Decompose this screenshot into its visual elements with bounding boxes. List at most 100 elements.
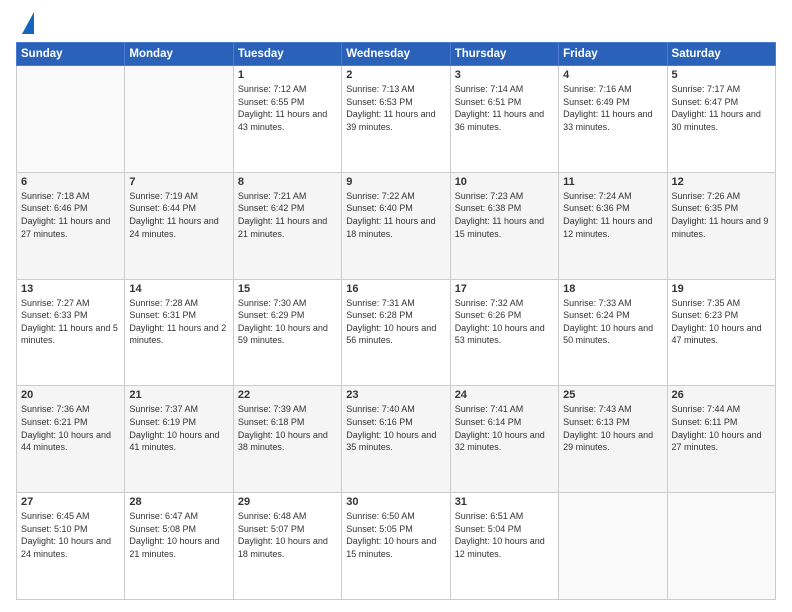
calendar-cell: 15 Sunrise: 7:30 AMSunset: 6:29 PMDayligh… <box>233 279 341 386</box>
day-number: 5 <box>672 69 771 81</box>
day-number: 16 <box>346 283 445 295</box>
calendar-cell: 7 Sunrise: 7:19 AMSunset: 6:44 PMDaylight… <box>125 172 233 279</box>
cell-content: Sunrise: 7:23 AMSunset: 6:38 PMDaylight:… <box>455 190 554 240</box>
calendar-cell: 1 Sunrise: 7:12 AMSunset: 6:55 PMDaylight… <box>233 66 341 173</box>
cell-content: Sunrise: 7:32 AMSunset: 6:26 PMDaylight:… <box>455 297 554 347</box>
calendar-cell: 18Sunrise: 7:33 AMSunset: 6:24 PMDayligh… <box>559 279 667 386</box>
calendar-cell: 21 Sunrise: 7:37 AMSunset: 6:19 PMDayligh… <box>125 386 233 493</box>
calendar-cell: 31 Sunrise: 6:51 AMSunset: 5:04 PMDayligh… <box>450 493 558 600</box>
calendar-cell: 13 Sunrise: 7:27 AMSunset: 6:33 PMDayligh… <box>17 279 125 386</box>
calendar-cell: 4 Sunrise: 7:16 AMSunset: 6:49 PMDaylight… <box>559 66 667 173</box>
day-number: 18 <box>563 283 662 295</box>
day-number: 1 <box>238 69 337 81</box>
day-number: 22 <box>238 389 337 401</box>
day-number: 4 <box>563 69 662 81</box>
calendar-week-2: 6 Sunrise: 7:18 AMSunset: 6:46 PMDaylight… <box>17 172 776 279</box>
cell-content: Sunrise: 7:22 AMSunset: 6:40 PMDaylight:… <box>346 190 445 240</box>
day-number: 29 <box>238 496 337 508</box>
calendar-cell: 17 Sunrise: 7:32 AMSunset: 6:26 PMDayligh… <box>450 279 558 386</box>
cell-content: Sunrise: 6:48 AMSunset: 5:07 PMDaylight:… <box>238 510 337 560</box>
cell-content: Sunrise: 7:24 AMSunset: 6:36 PMDaylight:… <box>563 190 662 240</box>
calendar-cell: 6 Sunrise: 7:18 AMSunset: 6:46 PMDaylight… <box>17 172 125 279</box>
calendar-week-4: 20 Sunrise: 7:36 AMSunset: 6:21 PMDayligh… <box>17 386 776 493</box>
day-number: 11 <box>563 176 662 188</box>
calendar-cell: 8Sunrise: 7:21 AMSunset: 6:42 PMDaylight… <box>233 172 341 279</box>
cell-content: Sunrise: 6:47 AMSunset: 5:08 PMDaylight:… <box>129 510 228 560</box>
calendar-cell: 14Sunrise: 7:28 AMSunset: 6:31 PMDayligh… <box>125 279 233 386</box>
day-number: 9 <box>346 176 445 188</box>
calendar-cell: 25 Sunrise: 7:43 AMSunset: 6:13 PMDayligh… <box>559 386 667 493</box>
page: SundayMondayTuesdayWednesdayThursdayFrid… <box>0 0 792 612</box>
day-number: 2 <box>346 69 445 81</box>
header <box>16 12 776 34</box>
day-number: 17 <box>455 283 554 295</box>
cell-content: Sunrise: 7:31 AMSunset: 6:28 PMDaylight:… <box>346 297 445 347</box>
day-number: 23 <box>346 389 445 401</box>
day-number: 7 <box>129 176 228 188</box>
cell-content: Sunrise: 7:30 AMSunset: 6:29 PMDaylight:… <box>238 297 337 347</box>
calendar-cell: 16 Sunrise: 7:31 AMSunset: 6:28 PMDayligh… <box>342 279 450 386</box>
day-number: 10 <box>455 176 554 188</box>
cell-content: Sunrise: 7:14 AMSunset: 6:51 PMDaylight:… <box>455 83 554 133</box>
cell-content: Sunrise: 7:18 AMSunset: 6:46 PMDaylight:… <box>21 190 120 240</box>
day-number: 25 <box>563 389 662 401</box>
cell-content: Sunrise: 7:40 AMSunset: 6:16 PMDaylight:… <box>346 403 445 453</box>
cell-content: Sunrise: 7:41 AMSunset: 6:14 PMDaylight:… <box>455 403 554 453</box>
cell-content: Sunrise: 7:21 AMSunset: 6:42 PMDaylight:… <box>238 190 337 240</box>
cell-content: Sunrise: 7:19 AMSunset: 6:44 PMDaylight:… <box>129 190 228 240</box>
day-number: 20 <box>21 389 120 401</box>
calendar-cell: 29 Sunrise: 6:48 AMSunset: 5:07 PMDayligh… <box>233 493 341 600</box>
weekday-header-monday: Monday <box>125 43 233 66</box>
cell-content: Sunrise: 7:17 AMSunset: 6:47 PMDaylight:… <box>672 83 771 133</box>
weekday-header-tuesday: Tuesday <box>233 43 341 66</box>
calendar-week-5: 27Sunrise: 6:45 AMSunset: 5:10 PMDayligh… <box>17 493 776 600</box>
day-number: 24 <box>455 389 554 401</box>
day-number: 27 <box>21 496 120 508</box>
calendar-cell: 22 Sunrise: 7:39 AMSunset: 6:18 PMDayligh… <box>233 386 341 493</box>
cell-content: Sunrise: 7:13 AMSunset: 6:53 PMDaylight:… <box>346 83 445 133</box>
calendar-cell: 3 Sunrise: 7:14 AMSunset: 6:51 PMDaylight… <box>450 66 558 173</box>
calendar-cell <box>17 66 125 173</box>
calendar-week-1: 1 Sunrise: 7:12 AMSunset: 6:55 PMDaylight… <box>17 66 776 173</box>
cell-content: Sunrise: 7:37 AMSunset: 6:19 PMDaylight:… <box>129 403 228 453</box>
day-number: 19 <box>672 283 771 295</box>
calendar-week-3: 13 Sunrise: 7:27 AMSunset: 6:33 PMDayligh… <box>17 279 776 386</box>
weekday-header-saturday: Saturday <box>667 43 775 66</box>
weekday-header-thursday: Thursday <box>450 43 558 66</box>
day-number: 6 <box>21 176 120 188</box>
calendar-cell: 2 Sunrise: 7:13 AMSunset: 6:53 PMDaylight… <box>342 66 450 173</box>
day-number: 3 <box>455 69 554 81</box>
logo-icon <box>22 12 34 34</box>
calendar-cell: 28Sunrise: 6:47 AMSunset: 5:08 PMDayligh… <box>125 493 233 600</box>
day-number: 31 <box>455 496 554 508</box>
cell-content: Sunrise: 7:35 AMSunset: 6:23 PMDaylight:… <box>672 297 771 347</box>
calendar-cell: 12Sunrise: 7:26 AMSunset: 6:35 PMDayligh… <box>667 172 775 279</box>
calendar-cell: 20 Sunrise: 7:36 AMSunset: 6:21 PMDayligh… <box>17 386 125 493</box>
day-number: 30 <box>346 496 445 508</box>
cell-content: Sunrise: 7:28 AMSunset: 6:31 PMDaylight:… <box>129 297 228 347</box>
day-number: 13 <box>21 283 120 295</box>
cell-content: Sunrise: 7:43 AMSunset: 6:13 PMDaylight:… <box>563 403 662 453</box>
calendar-cell <box>559 493 667 600</box>
calendar-cell <box>667 493 775 600</box>
calendar-cell: 11 Sunrise: 7:24 AMSunset: 6:36 PMDayligh… <box>559 172 667 279</box>
cell-content: Sunrise: 7:16 AMSunset: 6:49 PMDaylight:… <box>563 83 662 133</box>
cell-content: Sunrise: 7:12 AMSunset: 6:55 PMDaylight:… <box>238 83 337 133</box>
cell-content: Sunrise: 7:39 AMSunset: 6:18 PMDaylight:… <box>238 403 337 453</box>
calendar-cell: 26Sunrise: 7:44 AMSunset: 6:11 PMDayligh… <box>667 386 775 493</box>
day-number: 26 <box>672 389 771 401</box>
day-number: 15 <box>238 283 337 295</box>
cell-content: Sunrise: 7:36 AMSunset: 6:21 PMDaylight:… <box>21 403 120 453</box>
calendar-cell: 10 Sunrise: 7:23 AMSunset: 6:38 PMDayligh… <box>450 172 558 279</box>
calendar-table: SundayMondayTuesdayWednesdayThursdayFrid… <box>16 42 776 600</box>
cell-content: Sunrise: 7:27 AMSunset: 6:33 PMDaylight:… <box>21 297 120 347</box>
calendar-cell: 27Sunrise: 6:45 AMSunset: 5:10 PMDayligh… <box>17 493 125 600</box>
calendar-cell <box>125 66 233 173</box>
calendar-cell: 5 Sunrise: 7:17 AMSunset: 6:47 PMDaylight… <box>667 66 775 173</box>
day-number: 21 <box>129 389 228 401</box>
calendar-cell: 30Sunrise: 6:50 AMSunset: 5:05 PMDayligh… <box>342 493 450 600</box>
weekday-header-sunday: Sunday <box>17 43 125 66</box>
logo <box>16 12 34 34</box>
weekday-header-friday: Friday <box>559 43 667 66</box>
cell-content: Sunrise: 6:51 AMSunset: 5:04 PMDaylight:… <box>455 510 554 560</box>
